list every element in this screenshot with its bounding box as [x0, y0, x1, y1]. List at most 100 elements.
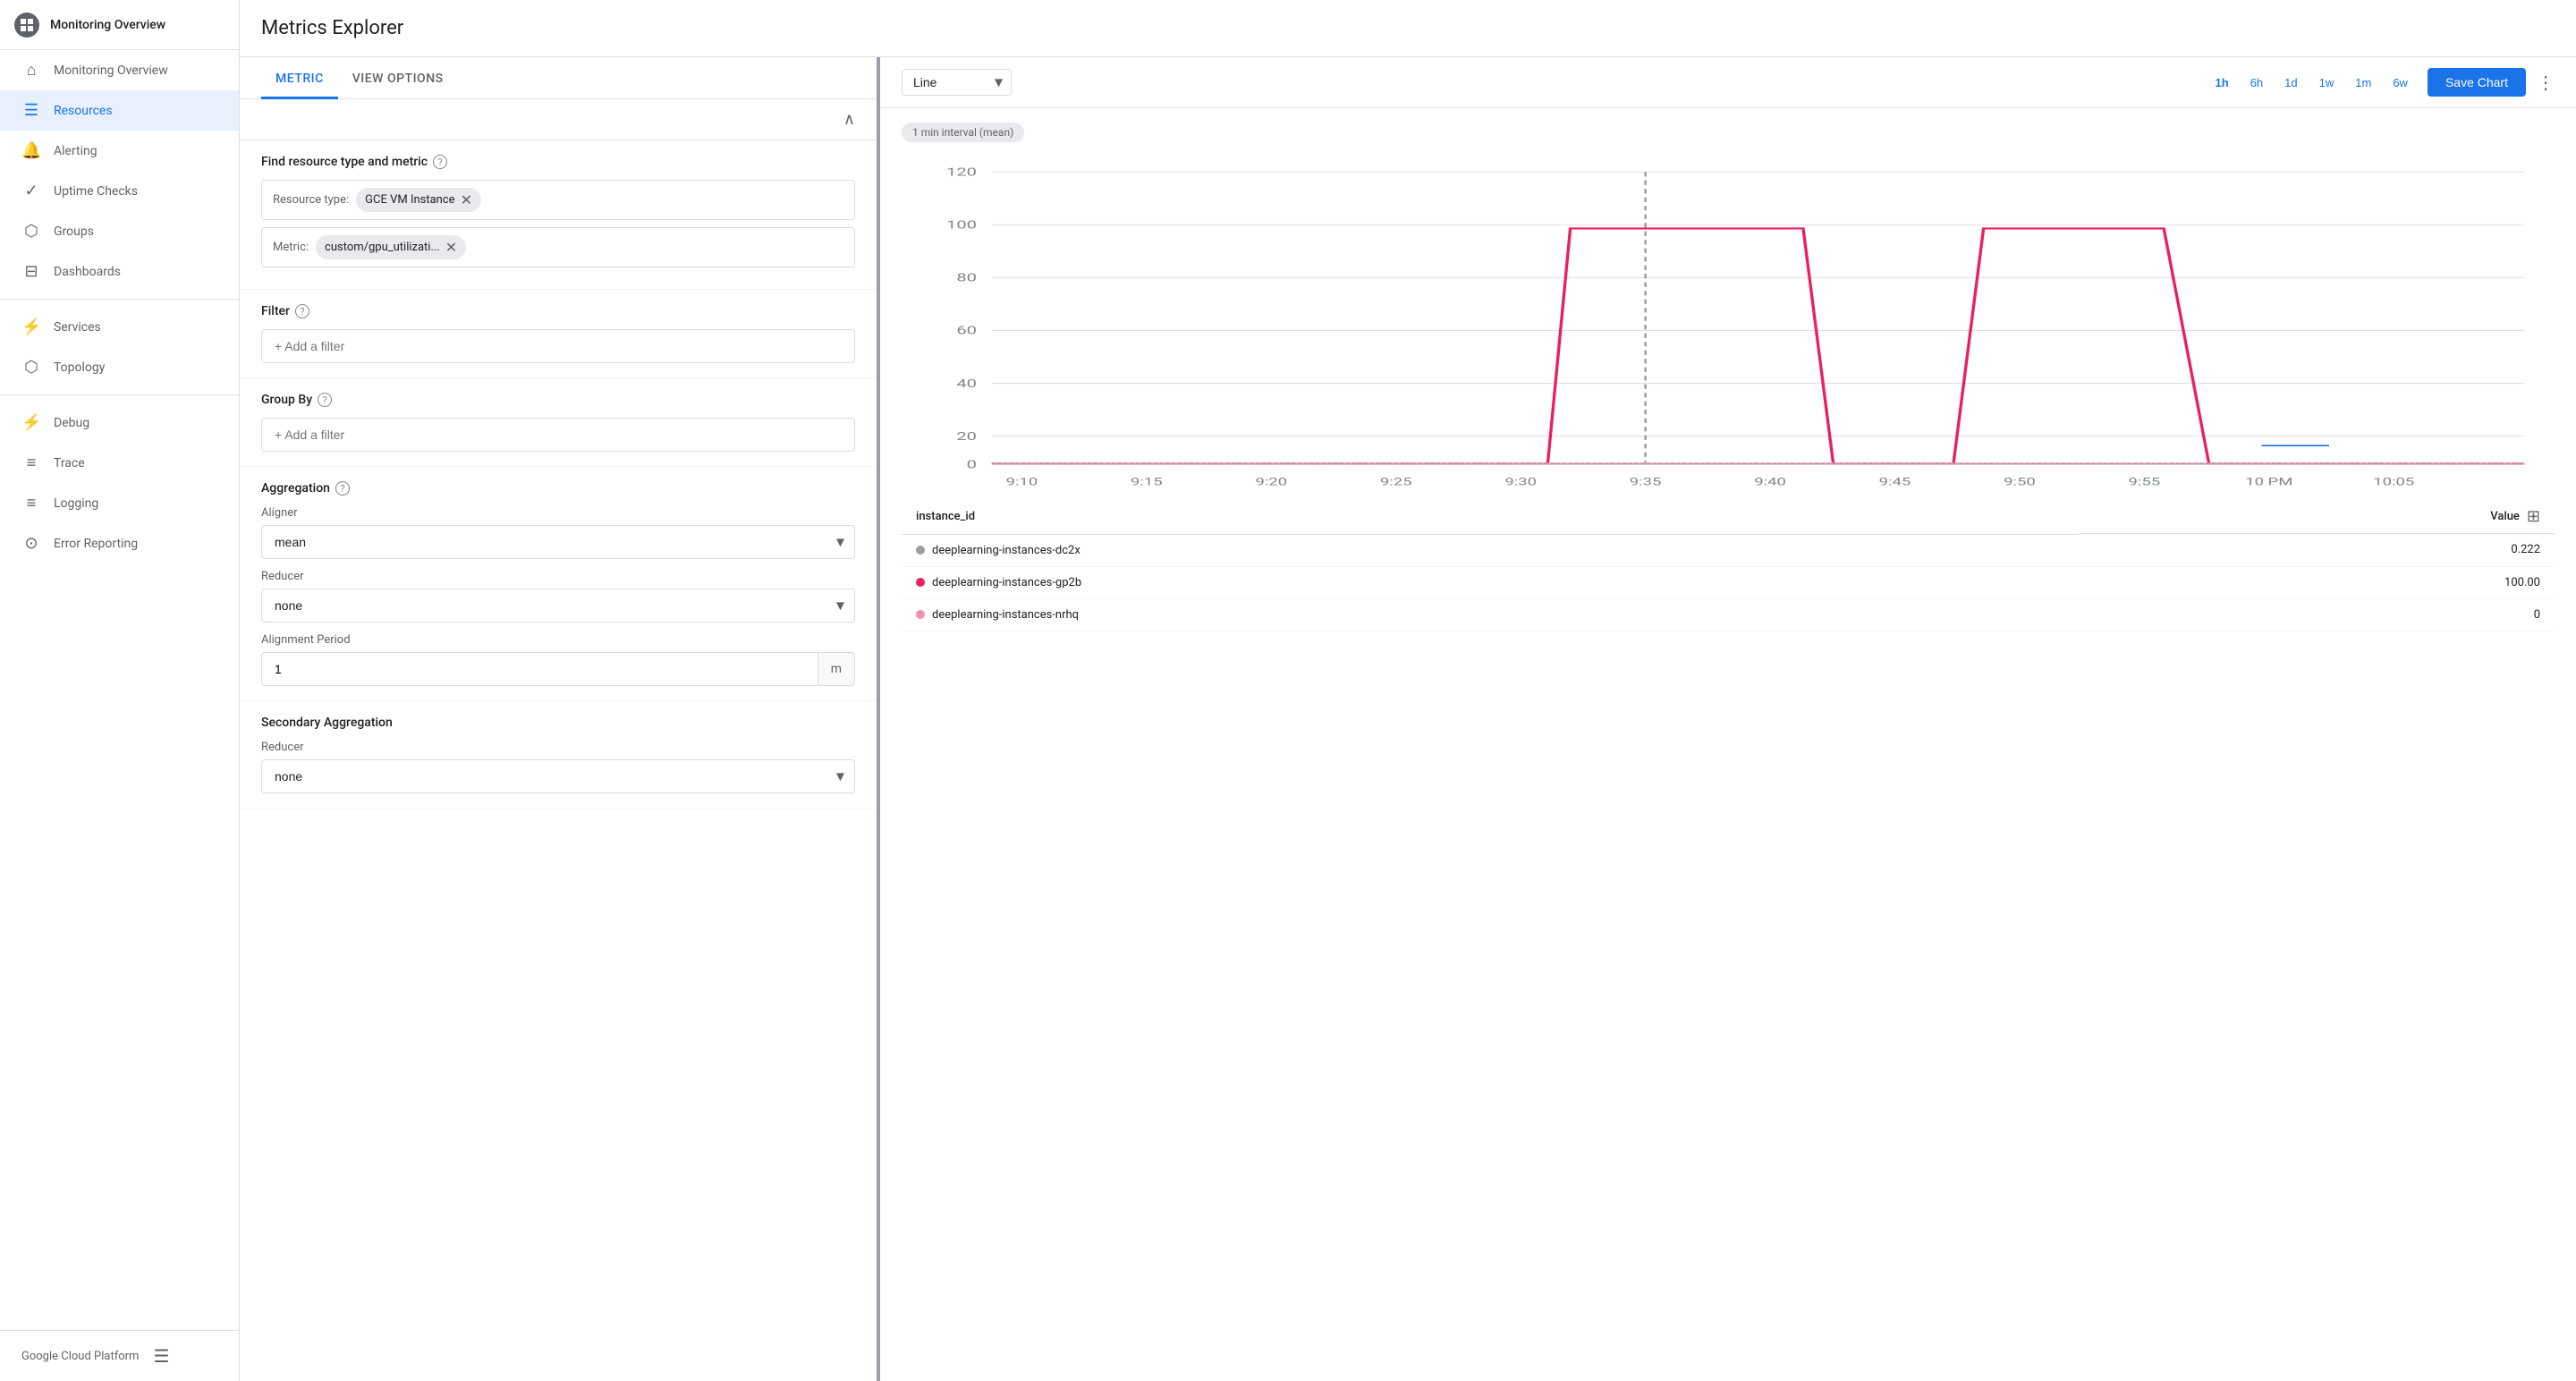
- alignment-period-label: Alignment Period: [261, 633, 855, 647]
- secondary-reducer-select[interactable]: none: [261, 759, 855, 793]
- aligner-select[interactable]: mean sum min max: [261, 525, 855, 559]
- more-options-icon[interactable]: ⋮: [2537, 72, 2555, 93]
- legend-name-cell: deeplearning-instances-nrhq: [902, 598, 2079, 631]
- sidebar-item-logging[interactable]: ≡ Logging: [0, 483, 239, 523]
- sidebar-item-debug[interactable]: ⚡ Debug: [0, 402, 239, 443]
- sidebar-item-uptime-checks[interactable]: ✓ Uptime Checks: [0, 171, 239, 211]
- nav-label: Topology: [54, 360, 105, 375]
- time-btn-1h[interactable]: 1h: [2207, 71, 2238, 95]
- reducer-select[interactable]: none mean sum: [261, 589, 855, 623]
- instance-id-col-header: instance_id: [902, 500, 2079, 534]
- metric-chip[interactable]: custom/gpu_utilizati... ✕: [316, 235, 466, 259]
- sidebar-item-dashboards[interactable]: ⊟ Dashboards: [0, 251, 239, 292]
- legend-value: 100.00: [2079, 566, 2555, 598]
- uptime-icon: ✓: [21, 182, 41, 200]
- time-btn-1d[interactable]: 1d: [2275, 71, 2306, 95]
- debug-icon: ⚡: [21, 413, 41, 432]
- tab-view-options[interactable]: VIEW OPTIONS: [338, 57, 458, 99]
- filter-input[interactable]: [261, 329, 855, 363]
- svg-text:20: 20: [956, 430, 977, 444]
- services-icon: ⚡: [21, 318, 41, 336]
- filter-help-icon[interactable]: ?: [295, 304, 309, 318]
- nav-label: Uptime Checks: [54, 184, 138, 199]
- page-title: Metrics Explorer: [261, 17, 403, 39]
- metric-row: Metric: custom/gpu_utilizati... ✕: [261, 227, 855, 267]
- sidebar-header: Monitoring Overview: [0, 0, 239, 50]
- svg-text:9:15: 9:15: [1131, 476, 1163, 488]
- chart-type-wrapper: Line Bar Stacked Bar Heatmap ▾: [902, 69, 1012, 96]
- app-icon: [14, 13, 39, 38]
- groups-icon: ⬡: [21, 222, 41, 241]
- topology-icon: ⬡: [21, 358, 41, 377]
- sidebar-divider-1: [0, 299, 239, 300]
- save-chart-button[interactable]: Save Chart: [2428, 68, 2526, 97]
- sidebar-item-monitoring-overview[interactable]: ⌂ Monitoring Overview: [0, 50, 239, 90]
- filter-section: Filter ?: [240, 290, 877, 378]
- svg-text:10:05: 10:05: [2373, 476, 2414, 488]
- nav-label: Debug: [54, 416, 89, 430]
- nav-label: Resources: [54, 104, 113, 118]
- svg-text:9:30: 9:30: [1504, 476, 1537, 488]
- main-content: Metrics Explorer METRIC VIEW OPTIONS ∧ F…: [240, 0, 2576, 1381]
- alignment-period-input[interactable]: [261, 652, 818, 686]
- nav-label: Services: [54, 320, 101, 335]
- legend-row: deeplearning-instances-gp2b 100.00: [902, 566, 2555, 598]
- sidebar-app-title: Monitoring Overview: [50, 18, 165, 32]
- svg-text:100: 100: [946, 218, 977, 232]
- svg-text:60: 60: [956, 324, 977, 337]
- nav-label: Error Reporting: [54, 537, 138, 551]
- sidebar-item-error-reporting[interactable]: ⊙ Error Reporting: [0, 523, 239, 563]
- time-btn-1w[interactable]: 1w: [2310, 71, 2343, 95]
- time-btn-1m[interactable]: 1m: [2346, 71, 2380, 95]
- sidebar-item-topology[interactable]: ⬡ Topology: [0, 347, 239, 387]
- sidebar-item-alerting[interactable]: 🔔 Alerting: [0, 131, 239, 171]
- sidebar-item-trace[interactable]: ≡ Trace: [0, 443, 239, 483]
- resource-type-close-icon[interactable]: ✕: [461, 191, 472, 208]
- chart-area: 1 min interval (mean) 120 100: [880, 108, 2576, 1381]
- time-btn-6w[interactable]: 6w: [2384, 71, 2417, 95]
- right-panel: Line Bar Stacked Bar Heatmap ▾ 1h 6h 1d …: [880, 57, 2576, 1381]
- aggregation-help-icon[interactable]: ?: [335, 481, 350, 496]
- legend-instance-name: deeplearning-instances-nrhq: [932, 608, 1079, 622]
- tab-metric[interactable]: METRIC: [261, 57, 338, 99]
- secondary-reducer-label: Reducer: [261, 741, 855, 754]
- trace-icon: ≡: [21, 453, 41, 472]
- reducer-select-wrapper: none mean sum ▾: [261, 589, 855, 623]
- resource-type-label: Resource type:: [273, 193, 349, 207]
- time-btn-6h[interactable]: 6h: [2241, 71, 2272, 95]
- find-resource-help-icon[interactable]: ?: [433, 155, 447, 169]
- columns-icon[interactable]: ⊞: [2527, 507, 2540, 526]
- sidebar-item-services[interactable]: ⚡ Services: [0, 307, 239, 347]
- legend-table: instance_id Value ⊞ deeplearning-instanc: [902, 500, 2555, 631]
- footer-menu-icon[interactable]: ☰: [153, 1345, 169, 1367]
- legend-dot: [916, 546, 925, 555]
- metric-value: custom/gpu_utilizati...: [325, 241, 440, 254]
- group-by-input[interactable]: [261, 418, 855, 452]
- group-by-help-icon[interactable]: ?: [318, 393, 332, 407]
- collapse-header[interactable]: ∧: [240, 99, 877, 140]
- resource-type-row: Resource type: GCE VM Instance ✕: [261, 180, 855, 220]
- legend-value: 0: [2079, 598, 2555, 631]
- legend-row: deeplearning-instances-dc2x 0.222: [902, 534, 2555, 566]
- chart-toolbar: Line Bar Stacked Bar Heatmap ▾ 1h 6h 1d …: [880, 57, 2576, 108]
- nav-label: Alerting: [54, 144, 97, 158]
- svg-text:9:40: 9:40: [1754, 476, 1786, 488]
- resource-type-value: GCE VM Instance: [365, 193, 454, 207]
- resources-icon: ☰: [21, 101, 41, 120]
- nav-label: Monitoring Overview: [54, 64, 168, 78]
- footer-logo: Google Cloud Platform: [21, 1350, 139, 1363]
- chart-svg: 120 100 80 60 40 20 0 9:10 9:15 9:20 9:2…: [902, 153, 2555, 493]
- chart-toolbar-left: Line Bar Stacked Bar Heatmap ▾: [902, 69, 1012, 96]
- left-panel: METRIC VIEW OPTIONS ∧ Find resource type…: [240, 57, 880, 1381]
- metric-tabs: METRIC VIEW OPTIONS: [240, 57, 877, 99]
- chart-type-select[interactable]: Line Bar Stacked Bar Heatmap: [902, 69, 1012, 96]
- svg-text:80: 80: [956, 271, 977, 284]
- collapse-arrow-icon: ∧: [843, 110, 855, 129]
- resource-type-chip[interactable]: GCE VM Instance ✕: [356, 188, 481, 212]
- sidebar-item-groups[interactable]: ⬡ Groups: [0, 211, 239, 251]
- alignment-period-group: Alignment Period m: [261, 633, 855, 686]
- sidebar-item-resources[interactable]: ☰ Resources: [0, 90, 239, 131]
- metric-close-icon[interactable]: ✕: [445, 239, 457, 256]
- reducer-label: Reducer: [261, 570, 855, 583]
- legend-value: 0.222: [2079, 534, 2555, 566]
